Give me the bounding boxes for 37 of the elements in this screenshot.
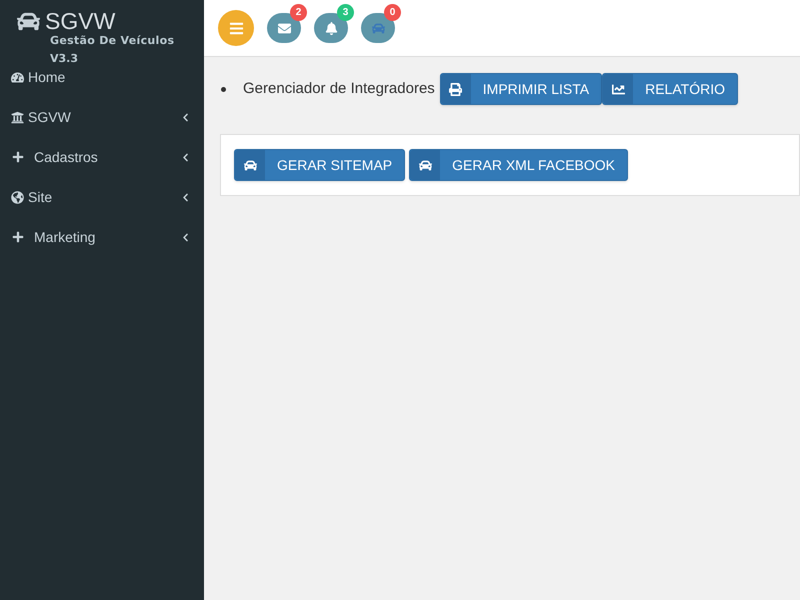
menu-button[interactable] (218, 10, 254, 46)
chevron-icon (181, 112, 190, 122)
plus-icon (12, 231, 24, 243)
sidebar-item[interactable]: Cadastros (0, 137, 204, 177)
version-label: V3.3 (49, 52, 78, 66)
mail-icon (278, 22, 290, 34)
bullet-icon (221, 86, 226, 92)
count-badge: 0 (384, 4, 401, 21)
car-icon (418, 158, 432, 172)
sidebar-item[interactable]: Home (0, 66, 204, 88)
plus-icon (12, 151, 24, 163)
notification-button[interactable] (267, 13, 301, 43)
brand-title: SGVW (45, 8, 116, 34)
print-icon (449, 82, 462, 96)
bell-icon (324, 22, 338, 34)
chevron-icon (181, 232, 190, 242)
sidebar-item[interactable]: SGVW (0, 97, 204, 137)
action-button[interactable]: IMPRIMIR LISTA (440, 73, 602, 105)
brand-subtitle: Gestão De Veículos (49, 34, 174, 48)
dashboard-icon (11, 70, 24, 84)
sidebar-item[interactable]: Marketing (0, 217, 204, 257)
chart-icon (612, 82, 625, 96)
menu-icon (228, 20, 244, 36)
action-button[interactable]: RELATÓRIO (602, 73, 738, 105)
sidebar-item[interactable]: Site (0, 177, 204, 217)
count-badge: 2 (290, 4, 307, 21)
chevron-icon (181, 192, 190, 202)
car-icon (372, 22, 384, 34)
chevron-icon (181, 152, 190, 162)
bank-icon (11, 110, 24, 124)
globe-icon (11, 190, 24, 204)
page-title: Gerenciador de Integradores (243, 78, 435, 99)
notification-button[interactable] (361, 13, 395, 43)
action-button[interactable]: GERAR XML FACEBOOK (409, 149, 628, 181)
count-badge: 3 (337, 4, 354, 21)
action-button[interactable]: GERAR SITEMAP (234, 149, 406, 181)
car-icon (244, 158, 256, 172)
